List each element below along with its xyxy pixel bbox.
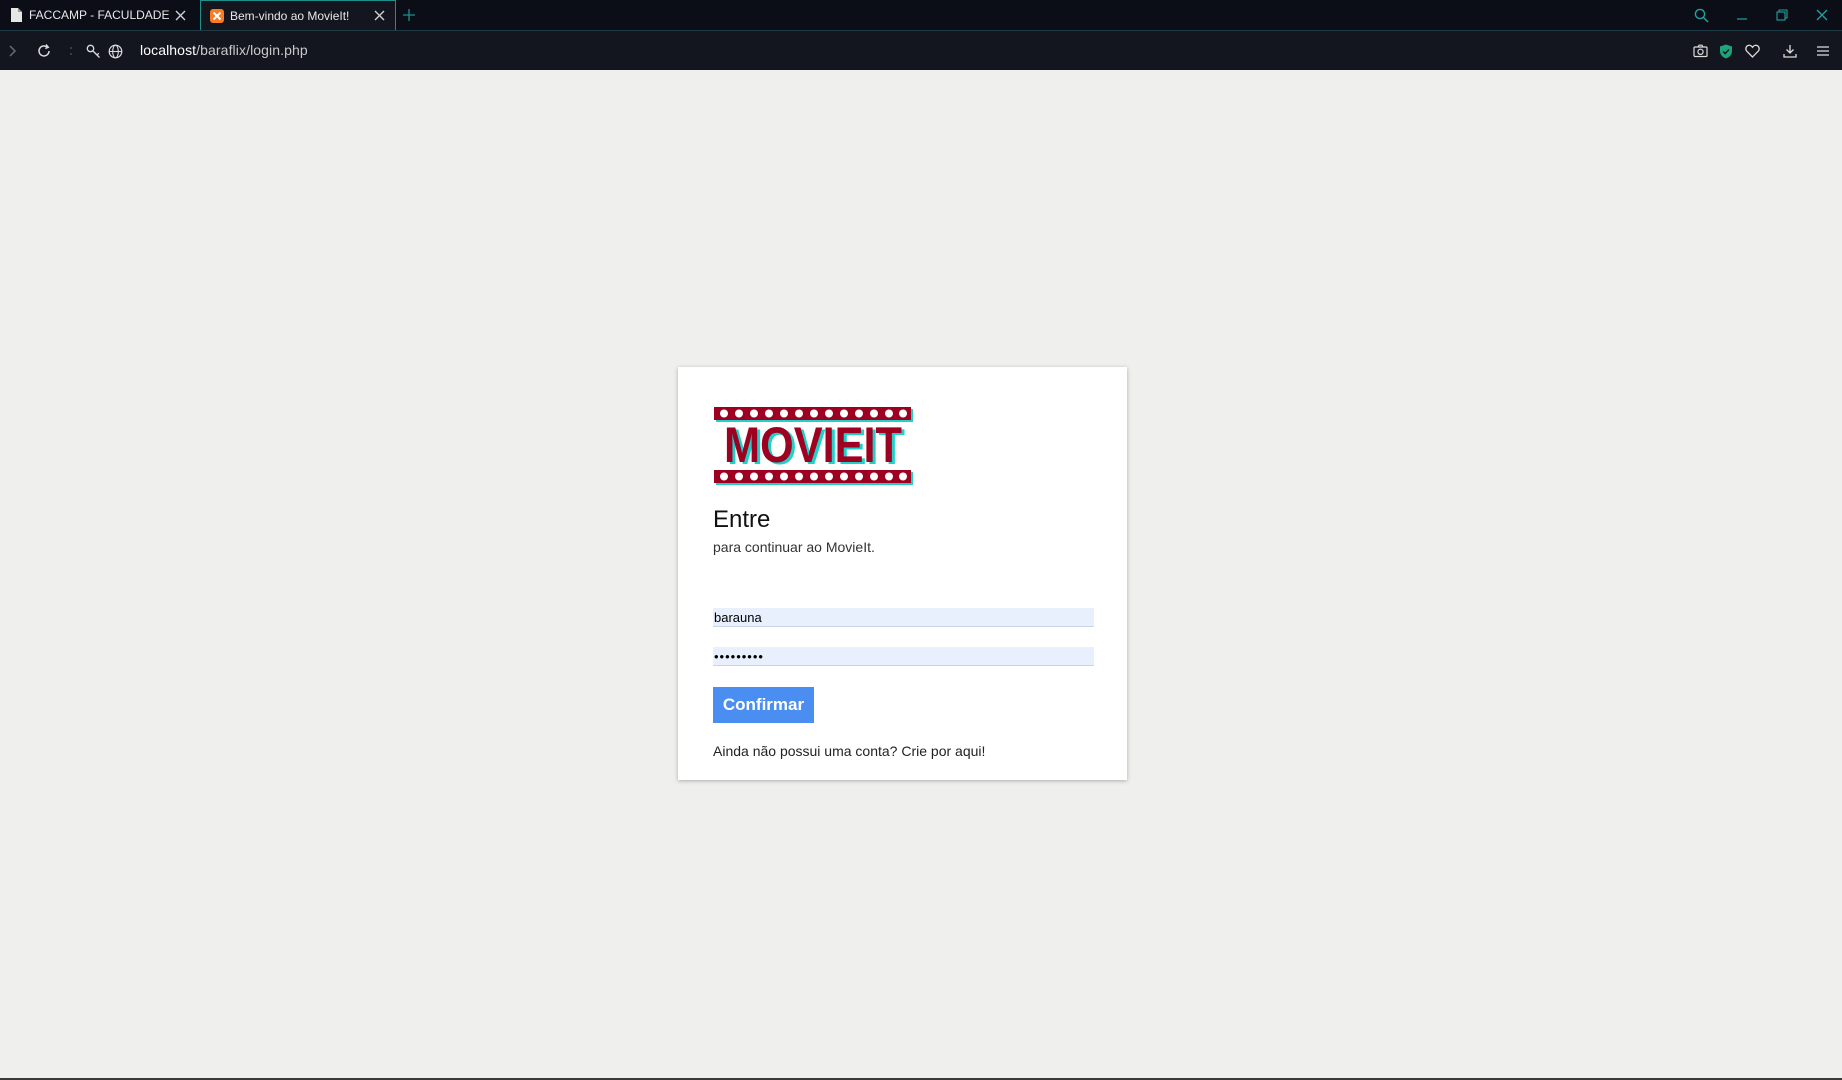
- username-field[interactable]: [713, 608, 1094, 627]
- svg-text:MOVIEIT: MOVIEIT: [724, 417, 902, 473]
- globe-icon[interactable]: [105, 41, 125, 61]
- key-icon[interactable]: [83, 41, 103, 61]
- close-tab-icon[interactable]: [369, 6, 389, 26]
- tab-label: FACCAMP - FACULDADE C/: [29, 8, 170, 22]
- signup-link[interactable]: Ainda não possui uma conta? Crie por aqu…: [713, 743, 985, 759]
- camera-icon[interactable]: [1690, 41, 1710, 61]
- page-subtitle: para continuar ao MovieIt.: [713, 539, 875, 555]
- login-card: MOVIEIT MOVIEIT Entre para continuar ao …: [678, 367, 1127, 780]
- forward-icon[interactable]: [3, 41, 23, 61]
- address-bar: localhost/baraflix/login.php: [0, 31, 1842, 70]
- xampp-icon: [210, 8, 224, 23]
- menu-icon[interactable]: [1813, 41, 1833, 61]
- url-field[interactable]: localhost/baraflix/login.php: [140, 42, 308, 58]
- tab-faccamp[interactable]: FACCAMP - FACULDADE C/: [0, 0, 196, 30]
- restore-icon[interactable]: [1771, 5, 1793, 25]
- close-window-icon[interactable]: [1811, 5, 1833, 25]
- new-tab-icon[interactable]: [400, 6, 418, 24]
- separator-dots-icon: [61, 41, 81, 61]
- password-field[interactable]: [713, 647, 1094, 666]
- download-icon[interactable]: [1780, 41, 1800, 61]
- tab-label: Bem-vindo ao MovieIt!: [230, 8, 350, 23]
- page-title: Entre: [713, 506, 771, 533]
- minimize-icon[interactable]: [1731, 5, 1753, 25]
- search-icon[interactable]: [1690, 5, 1712, 25]
- heart-icon[interactable]: [1742, 41, 1762, 61]
- url-path: /baraflix/login.php: [196, 42, 308, 58]
- tab-movieit[interactable]: Bem-vindo ao MovieIt!: [200, 0, 396, 30]
- document-icon: [9, 8, 23, 22]
- close-tab-icon[interactable]: [170, 5, 190, 25]
- url-host: localhost: [140, 42, 197, 58]
- movieit-logo: MOVIEIT MOVIEIT: [714, 407, 913, 486]
- browser-tab-strip: FACCAMP - FACULDADE C/ Bem-vindo ao Movi…: [0, 0, 1842, 31]
- reload-icon[interactable]: [34, 41, 54, 61]
- confirm-button[interactable]: Confirmar: [713, 687, 814, 723]
- shield-icon[interactable]: [1716, 41, 1736, 61]
